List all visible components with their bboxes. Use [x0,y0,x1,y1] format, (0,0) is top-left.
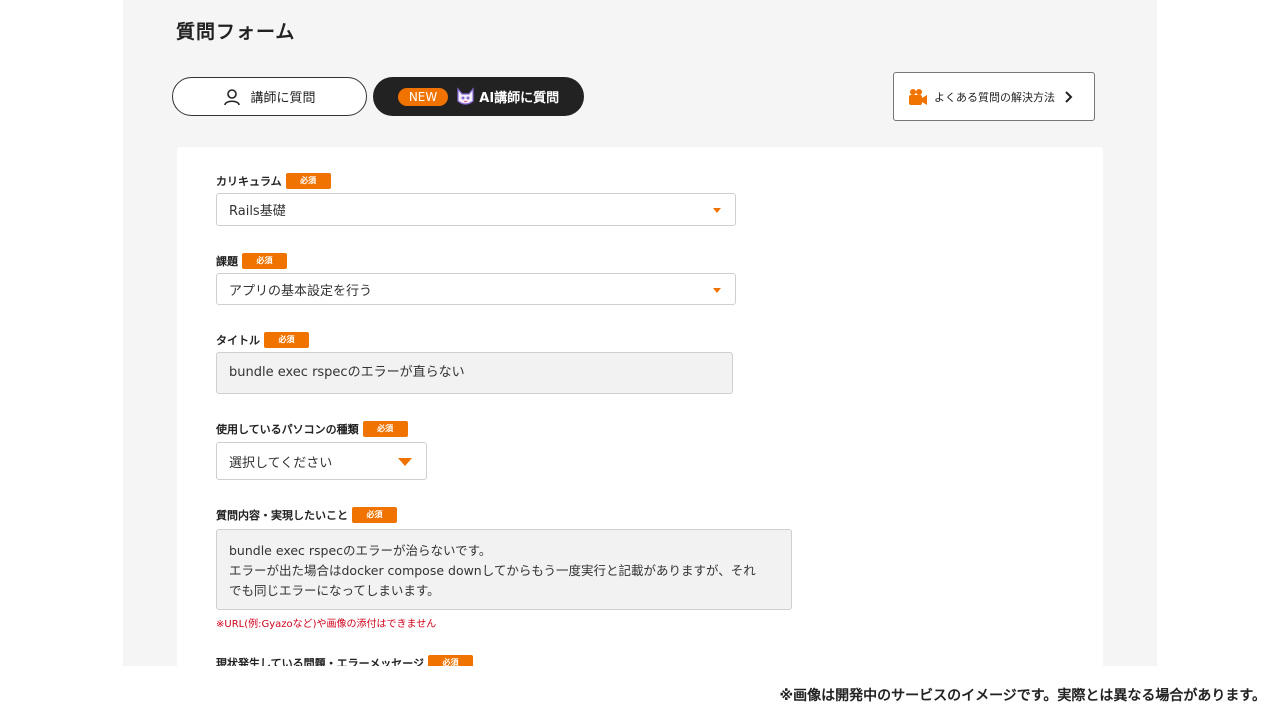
title-label-text: タイトル [216,334,260,347]
chevron-right-icon [1064,90,1074,103]
curriculum-label-text: カリキュラム [216,175,282,188]
task-label: 課題 必須 [216,253,287,269]
required-badge: 必須 [285,173,331,189]
pc-type-select[interactable]: 選択してください [216,442,427,480]
person-icon [223,88,241,106]
title-input[interactable]: bundle exec rspecのエラーが直らない [216,352,733,394]
pc-type-value: 選択してください [229,455,333,471]
pc-type-label-text: 使用しているパソコンの種類 [216,423,359,436]
attachment-note: ※URL(例:Gyazoなど)や画像の添付はできません [216,619,437,630]
page-title: 質問フォーム [176,21,296,43]
required-badge: 必須 [428,655,474,666]
main-panel: 質問フォーム 講師に質問 NEW AI講師に質問 よくある質問の解決方法 カリキ… [123,0,1157,666]
dropdown-caret-icon [713,208,721,213]
faq-solutions-button[interactable]: よくある質問の解決方法 [893,72,1095,121]
tab-ask-teacher[interactable]: 講師に質問 [172,77,367,116]
image-disclaimer: ※画像は開発中のサービスのイメージです。実際とは異なる場合があります。 [779,688,1266,704]
required-badge: 必須 [242,253,287,269]
tab-ask-ai-teacher[interactable]: NEW AI講師に質問 [373,77,584,116]
tab-ask-teacher-label: 講師に質問 [250,91,316,106]
dropdown-caret-icon [398,458,412,466]
curriculum-select[interactable]: Rails基礎 [216,193,736,226]
task-value: アプリの基本設定を行う [229,283,373,299]
faq-solutions-label: よくある質問の解決方法 [934,90,1055,104]
task-label-text: 課題 [216,255,238,268]
dropdown-caret-icon [713,288,721,293]
title-value: bundle exec rspecのエラーが直らない [229,365,465,380]
current-issue-label-text: 現状発生している問題・エラーメッセージ [216,657,425,666]
required-badge: 必須 [352,507,397,523]
curriculum-value: Rails基礎 [229,204,286,219]
current-issue-label: 現状発生している問題・エラーメッセージ 必須 [216,655,474,666]
title-label: タイトル 必須 [216,332,309,348]
question-form-card: カリキュラム 必須 Rails基礎 課題 必須 アプリの基本設定を行う タイトル… [177,147,1103,666]
ai-mascot-icon [455,86,476,107]
tab-ask-ai-teacher-label: AI講師に質問 [479,91,560,106]
required-badge: 必須 [264,332,309,348]
video-camera-icon [908,88,928,106]
pc-type-label: 使用しているパソコンの種類 必須 [216,421,408,437]
content-line: でも同じエラーになってしまいます。 [229,583,440,598]
curriculum-label: カリキュラム 必須 [216,173,331,189]
content-label-text: 質問内容・実現したいこと [216,509,348,522]
task-select[interactable]: アプリの基本設定を行う [216,273,736,305]
content-textarea[interactable]: bundle exec rspecのエラーが治らないです。 エラーが出た場合はd… [216,529,792,610]
content-line: エラーが出た場合はdocker compose downしてからもう一度実行と記… [229,563,756,578]
content-label: 質問内容・実現したいこと 必須 [216,507,397,523]
content-line: bundle exec rspecのエラーが治らないです。 [229,543,492,558]
required-badge: 必須 [362,421,408,437]
new-badge: NEW [397,87,449,106]
